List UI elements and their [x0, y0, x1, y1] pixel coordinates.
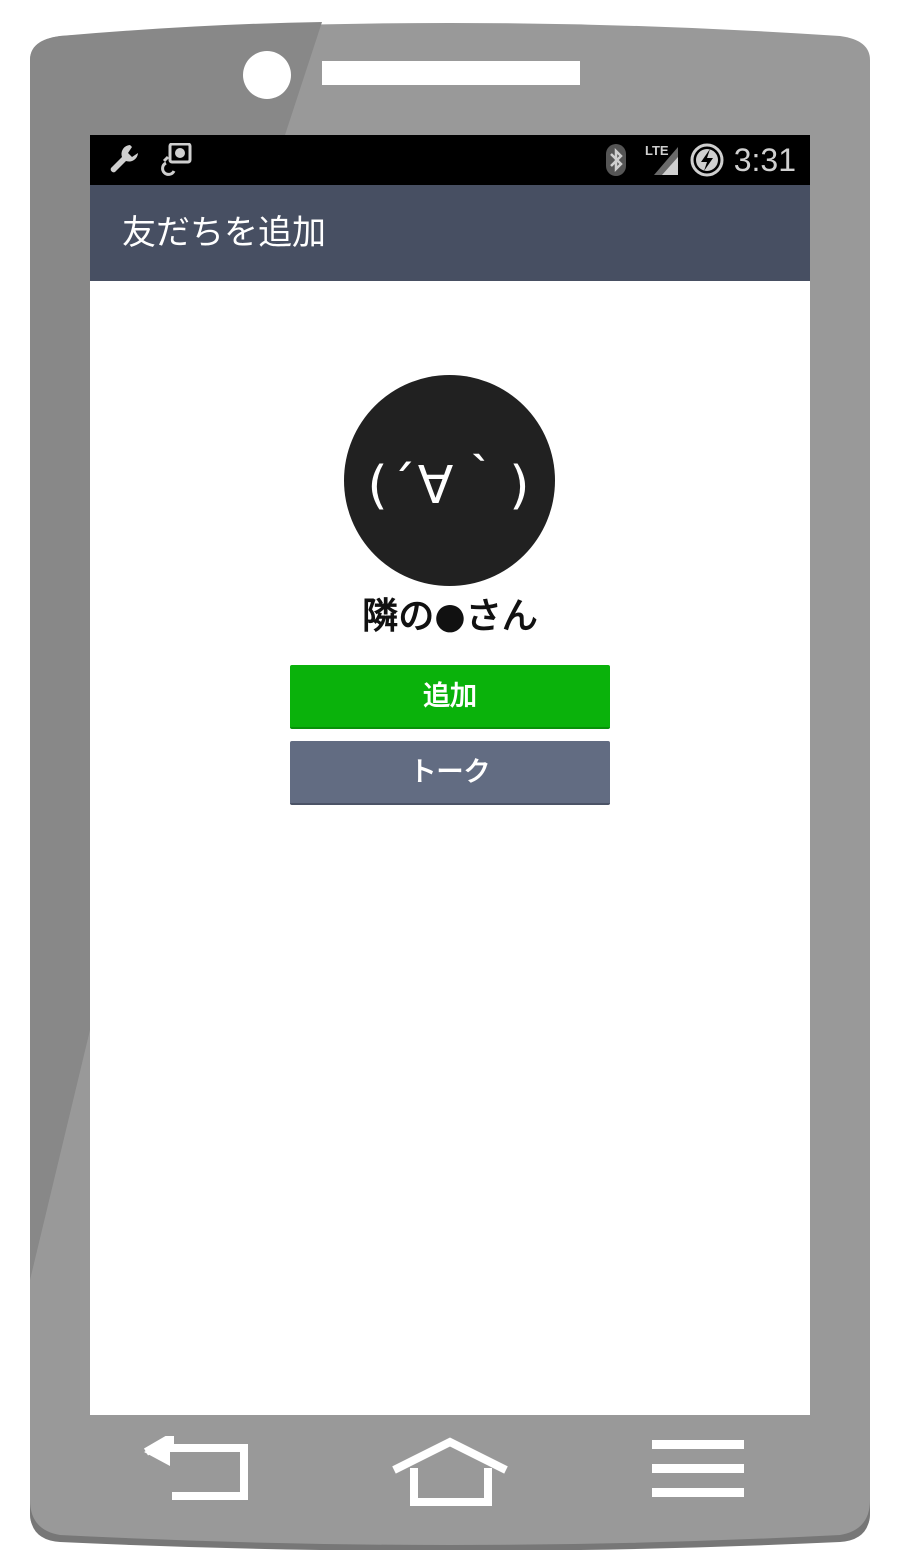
- battery-charging-icon: [690, 143, 724, 177]
- talk-button[interactable]: トーク: [290, 741, 610, 805]
- menu-icon[interactable]: [652, 1436, 744, 1500]
- usb-debug-icon: [161, 143, 192, 176]
- app-bar: 友だちを追加: [90, 185, 810, 281]
- add-friend-button[interactable]: 追加: [290, 665, 610, 729]
- avatar-text: (´∀｀): [367, 456, 532, 516]
- status-time: 3:31: [733, 142, 796, 178]
- signal-icon: [654, 147, 678, 175]
- page-title: 友だちを追加: [122, 213, 326, 253]
- back-icon[interactable]: [140, 1436, 252, 1502]
- wrench-icon: [110, 145, 138, 173]
- bluetooth-icon: [606, 144, 626, 176]
- earpiece-speaker: [322, 61, 580, 85]
- home-icon[interactable]: [390, 1436, 510, 1508]
- avatar: (´∀｀): [344, 375, 555, 586]
- status-bar: LTE 3:31: [90, 135, 810, 185]
- friend-name: 隣の●さん: [362, 596, 538, 637]
- front-camera: [243, 51, 291, 99]
- phone-frame: LTE 3:31 友だちを追加 (´∀｀) 隣の●さん 追加 トーク: [0, 0, 900, 1550]
- screen: LTE 3:31 友だちを追加 (´∀｀) 隣の●さん 追加 トーク: [90, 135, 810, 1415]
